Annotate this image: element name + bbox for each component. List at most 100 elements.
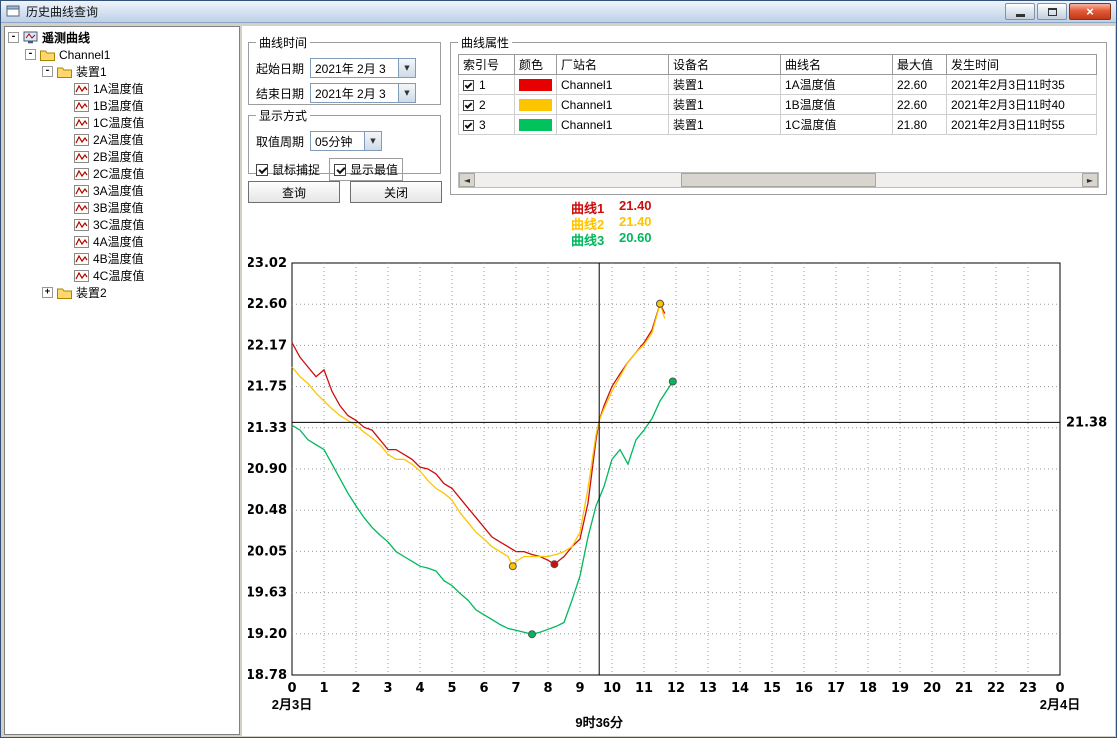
tree-item[interactable]: 4B温度值 — [5, 250, 239, 267]
tree-item[interactable]: 4A温度值 — [5, 233, 239, 250]
svg-text:19.20: 19.20 — [248, 627, 287, 642]
table-row[interactable]: 1Channel1装置11A温度值22.602021年2月3日11时35 — [459, 75, 1097, 95]
show-extremes-checkbox[interactable]: 显示最值 — [329, 158, 403, 181]
chevron-down-icon[interactable]: ▼ — [398, 59, 415, 77]
row-checkbox[interactable] — [463, 80, 474, 91]
table-row[interactable]: 3Channel1装置11C温度值21.802021年2月3日11时55 — [459, 115, 1097, 135]
table-column-header[interactable]: 颜色 — [515, 55, 557, 75]
table-column-header[interactable]: 最大值 — [893, 55, 947, 75]
curve-icon — [74, 134, 89, 146]
collapse-icon[interactable]: - — [8, 32, 19, 43]
tree-item-label: 1B温度值 — [93, 97, 144, 114]
legend-item: 曲线320.60 — [571, 230, 652, 246]
svg-text:0: 0 — [1055, 681, 1064, 696]
svg-text:21.75: 21.75 — [248, 380, 287, 395]
tree-item[interactable]: 2B温度值 — [5, 148, 239, 165]
period-label: 取值周期 — [256, 133, 310, 150]
tree-indent — [59, 151, 70, 162]
legend-value: 21.40 — [619, 198, 652, 214]
svg-text:16: 16 — [795, 681, 813, 696]
tree-item-label: 3B温度值 — [93, 199, 144, 216]
maximize-button[interactable] — [1037, 3, 1067, 20]
row-checkbox[interactable] — [463, 120, 474, 131]
close-dialog-button[interactable]: 关闭 — [350, 181, 442, 203]
svg-text:19.63: 19.63 — [248, 586, 287, 601]
app-window: 历史曲线查询 × -遥测曲线-Channel1-装置11A温度值1B温度值1C温… — [0, 0, 1117, 738]
table-column-header[interactable]: 厂站名 — [557, 55, 669, 75]
end-date-value: 2021年 2月 3 — [315, 85, 386, 102]
tree-item-label: 1A温度值 — [93, 80, 144, 97]
app-icon — [6, 4, 21, 19]
tree-item[interactable]: -装置1 — [5, 63, 239, 80]
collapse-icon[interactable]: - — [25, 49, 36, 60]
tree-item[interactable]: + 装置2 — [5, 284, 239, 301]
expand-icon[interactable]: + — [42, 287, 53, 298]
horizontal-scrollbar[interactable]: ◄ ► — [458, 172, 1099, 188]
svg-text:18.78: 18.78 — [248, 668, 287, 683]
end-date-label: 结束日期 — [256, 85, 310, 102]
curve-time-title: 曲线时间 — [256, 34, 310, 51]
legend-item: 曲线221.40 — [571, 214, 652, 230]
table-column-header[interactable]: 发生时间 — [947, 55, 1097, 75]
curve-icon — [74, 83, 89, 95]
tree-item-label: 装置2 — [76, 284, 107, 301]
table-row[interactable]: 2Channel1装置11B温度值22.602021年2月3日11时40 — [459, 95, 1097, 115]
curve-tree: -遥测曲线-Channel1-装置11A温度值1B温度值1C温度值2A温度值2B… — [4, 26, 240, 735]
query-button[interactable]: 查询 — [248, 181, 340, 203]
mouse-capture-checkbox[interactable]: 鼠标捕捉 — [256, 161, 320, 178]
tree-item[interactable]: 2C温度值 — [5, 165, 239, 182]
tree-item[interactable]: 1C温度值 — [5, 114, 239, 131]
legend-label: 曲线3 — [571, 230, 619, 246]
svg-text:4: 4 — [415, 681, 424, 696]
tree-item[interactable]: 2A温度值 — [5, 131, 239, 148]
svg-text:11: 11 — [635, 681, 653, 696]
minimize-button[interactable] — [1005, 3, 1035, 20]
tree-item-label: 2B温度值 — [93, 148, 144, 165]
history-chart[interactable]: 18.7819.2019.6320.0520.4820.9021.3321.75… — [248, 253, 1110, 735]
row-checkbox[interactable] — [463, 100, 474, 111]
svg-text:9: 9 — [575, 681, 584, 696]
chart-legend: 曲线121.40曲线221.40曲线320.60 — [571, 198, 652, 246]
collapse-icon[interactable]: - — [42, 66, 53, 77]
chart-canvas[interactable]: 18.7819.2019.6320.0520.4820.9021.3321.75… — [248, 253, 1110, 735]
tree-item[interactable]: 1B温度值 — [5, 97, 239, 114]
svg-text:15: 15 — [763, 681, 781, 696]
start-date-select[interactable]: 2021年 2月 3 ▼ — [310, 58, 416, 78]
tree-indent — [59, 117, 70, 128]
tree-item[interactable]: 1A温度值 — [5, 80, 239, 97]
curve-properties-title: 曲线属性 — [458, 34, 512, 51]
scrollbar-track[interactable] — [475, 173, 1082, 187]
curve-icon — [74, 100, 89, 112]
tree-indent — [59, 83, 70, 94]
table-column-header[interactable]: 曲线名 — [781, 55, 893, 75]
scroll-left-icon[interactable]: ◄ — [459, 173, 475, 187]
svg-text:8: 8 — [543, 681, 552, 696]
scroll-right-icon[interactable]: ► — [1082, 173, 1098, 187]
tree-item[interactable]: -Channel1 — [5, 46, 239, 63]
folder-icon — [57, 66, 72, 78]
scrollbar-thumb[interactable] — [681, 173, 875, 187]
tree-indent — [59, 236, 70, 247]
tree-item[interactable]: 3C温度值 — [5, 216, 239, 233]
tree-item[interactable]: 4C温度值 — [5, 267, 239, 284]
table-column-header[interactable]: 索引号 — [459, 55, 515, 75]
tree-item[interactable]: 3A温度值 — [5, 182, 239, 199]
station-name: Channel1 — [557, 95, 669, 115]
titlebar[interactable]: 历史曲线查询 × — [1, 1, 1116, 23]
end-date-select[interactable]: 2021年 2月 3 ▼ — [310, 83, 416, 103]
tree-item-label: 4C温度值 — [93, 267, 144, 284]
close-button[interactable]: × — [1069, 3, 1111, 20]
tree-indent — [59, 134, 70, 145]
tree-item-label: 1C温度值 — [93, 114, 144, 131]
tree-item[interactable]: 3B温度值 — [5, 199, 239, 216]
tree-item-label: 3C温度值 — [93, 216, 144, 233]
curve-icon — [74, 185, 89, 197]
table-column-header[interactable]: 设备名 — [669, 55, 781, 75]
tree-indent — [59, 202, 70, 213]
period-select[interactable]: 05分钟 ▼ — [310, 131, 382, 151]
tree-item[interactable]: -遥测曲线 — [5, 29, 239, 46]
chevron-down-icon[interactable]: ▼ — [364, 132, 381, 150]
chevron-down-icon[interactable]: ▼ — [398, 84, 415, 102]
start-date-value: 2021年 2月 3 — [315, 60, 386, 77]
svg-text:22.17: 22.17 — [248, 338, 287, 353]
